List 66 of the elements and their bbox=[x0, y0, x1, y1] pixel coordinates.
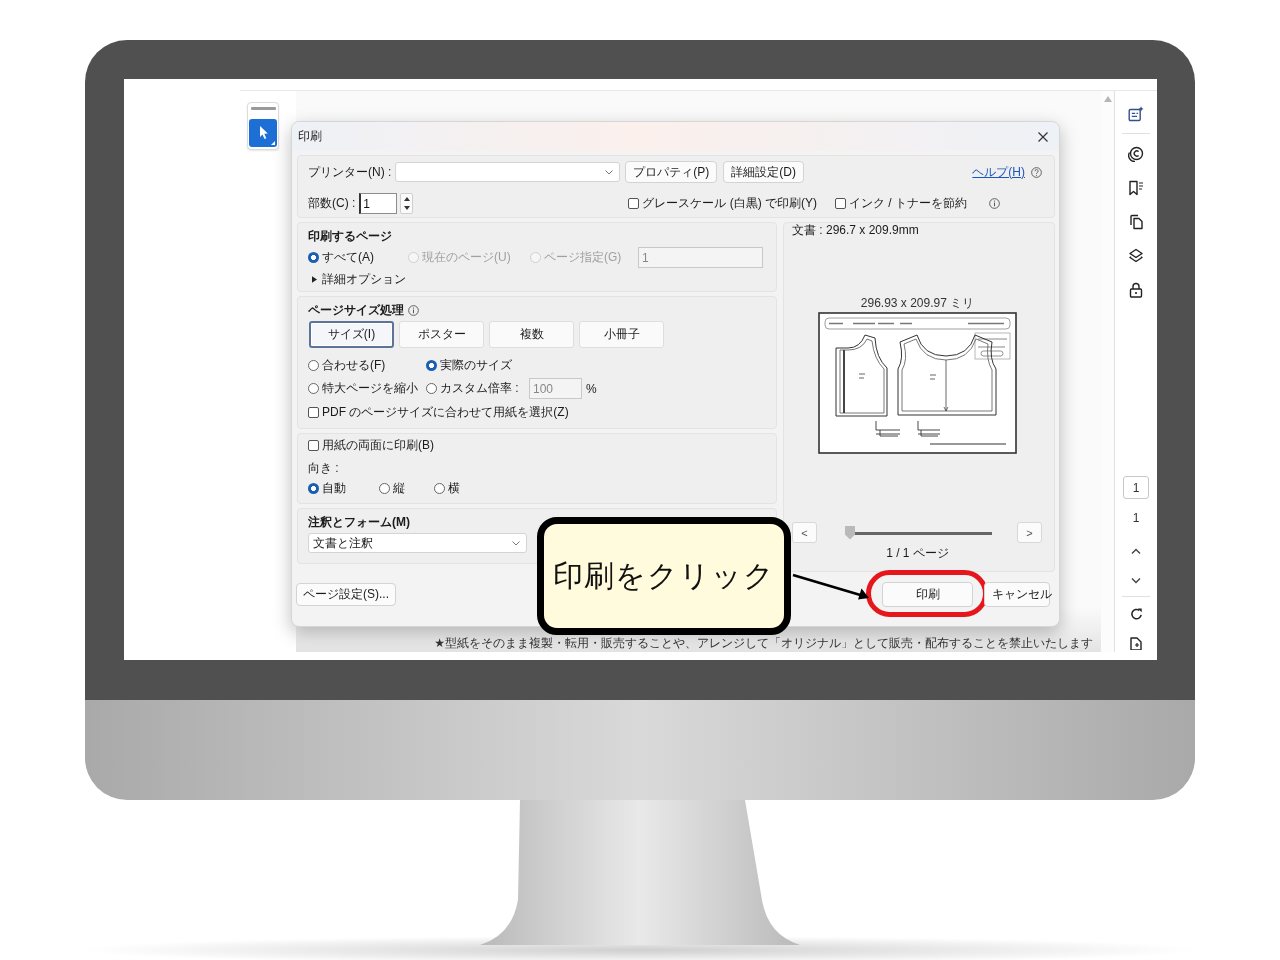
checkbox-option[interactable]: 用紙の両面に印刷(B) bbox=[308, 438, 434, 453]
percent-unit: % bbox=[586, 381, 597, 396]
close-icon bbox=[1038, 131, 1048, 142]
copyright-note: ★型紙をそのまま複製・転用・販売することや、アレンジして「オリジナル」として販売・配布することを禁止いたします bbox=[434, 637, 1093, 650]
lock-icon[interactable] bbox=[1128, 282, 1144, 298]
caret-down-icon bbox=[403, 206, 410, 211]
circle-c-icon[interactable] bbox=[1128, 146, 1144, 162]
paper-size: 296.93 x 209.97 ミリ bbox=[860, 297, 975, 310]
more-options-toggle[interactable]: 詳細オプション bbox=[312, 271, 406, 287]
copies-field[interactable]: 1 bbox=[359, 193, 398, 214]
tab[interactable]: ポスター bbox=[399, 321, 484, 348]
radio-option[interactable]: 自動 bbox=[308, 480, 379, 496]
tab[interactable]: 小冊子 bbox=[579, 321, 664, 348]
dialog-button[interactable]: プロパティ(P) bbox=[625, 161, 718, 183]
caret-up-icon bbox=[403, 196, 410, 201]
next-page-button[interactable]: > bbox=[1017, 522, 1042, 543]
document-size: 文書 : 296.7 x 209.9mm bbox=[792, 224, 919, 237]
dialog-title: 印刷 bbox=[298, 128, 322, 145]
spin-buttons[interactable] bbox=[400, 193, 414, 214]
radio-option[interactable]: カスタム倍率 : bbox=[426, 380, 529, 397]
checkbox-option[interactable]: PDF のページサイズに合わせて用紙を選択(Z) bbox=[308, 405, 569, 420]
layers-icon[interactable] bbox=[1128, 248, 1144, 264]
info-icon[interactable] bbox=[989, 198, 1000, 209]
page-number-field[interactable]: 1 bbox=[1123, 476, 1149, 499]
cancel-button[interactable]: キャンセル bbox=[984, 582, 1050, 607]
checkbox-option[interactable]: インク / トナーを節約 bbox=[835, 196, 967, 211]
previous-page-button[interactable]: < bbox=[792, 522, 817, 543]
dialog-button[interactable]: 詳細設定(D) bbox=[723, 161, 804, 183]
chevron-down-icon[interactable] bbox=[1130, 577, 1142, 585]
section-title: 注釈とフォーム(M) bbox=[308, 515, 410, 530]
radio-option[interactable]: すべて(A) bbox=[308, 249, 408, 266]
info-icon[interactable] bbox=[408, 305, 419, 316]
page-indicator: 1 / 1 ページ bbox=[886, 547, 949, 560]
bookmark-icon[interactable] bbox=[1128, 180, 1144, 196]
tab[interactable]: 複数 bbox=[489, 321, 574, 348]
select-tool-button[interactable] bbox=[249, 119, 277, 147]
radio-option[interactable]: 横 bbox=[434, 480, 460, 496]
section-title: ページサイズ処理 bbox=[308, 303, 404, 318]
chevron-down-icon bbox=[512, 541, 520, 546]
radio-option[interactable]: 特大ページを縮小 bbox=[308, 380, 426, 397]
page-count: 1 bbox=[1132, 512, 1140, 525]
page-setup-button[interactable]: ページ設定(S)... bbox=[296, 583, 396, 606]
grip-icon bbox=[250, 107, 276, 110]
radio-option[interactable]: 実際のサイズ bbox=[426, 357, 512, 373]
help-icon[interactable] bbox=[1031, 166, 1042, 178]
chevron-up-icon[interactable] bbox=[1130, 547, 1142, 555]
caret-up-icon bbox=[1103, 96, 1112, 102]
printer-label: プリンター(N) : bbox=[308, 163, 392, 181]
cursor-icon bbox=[259, 125, 268, 139]
slider-thumb[interactable] bbox=[845, 525, 855, 540]
corner-triangle-icon bbox=[271, 141, 275, 145]
copy-icon[interactable] bbox=[1128, 214, 1144, 230]
print-button[interactable]: 印刷 bbox=[882, 582, 973, 607]
radio-option[interactable]: 合わせる(F) bbox=[308, 357, 426, 373]
checkbox-option[interactable]: グレースケール (白黒) で印刷(Y) bbox=[628, 196, 817, 211]
section-title: 印刷するページ bbox=[308, 229, 392, 244]
chevron-down-icon bbox=[605, 170, 614, 175]
document-icon[interactable] bbox=[1129, 637, 1143, 650]
copies-label: 部数(C) : bbox=[308, 195, 356, 212]
radio-option[interactable]: 縦 bbox=[379, 480, 434, 496]
tab[interactable]: サイズ(I) bbox=[309, 321, 394, 348]
orientation-label: 向き : bbox=[308, 461, 339, 476]
annotations-dropdown[interactable]: 文書と注釈 bbox=[308, 533, 527, 553]
refresh-icon[interactable] bbox=[1128, 607, 1144, 622]
callout: 印刷をクリック bbox=[537, 517, 791, 635]
help-link[interactable]: ヘルプ(H) bbox=[972, 163, 1025, 181]
